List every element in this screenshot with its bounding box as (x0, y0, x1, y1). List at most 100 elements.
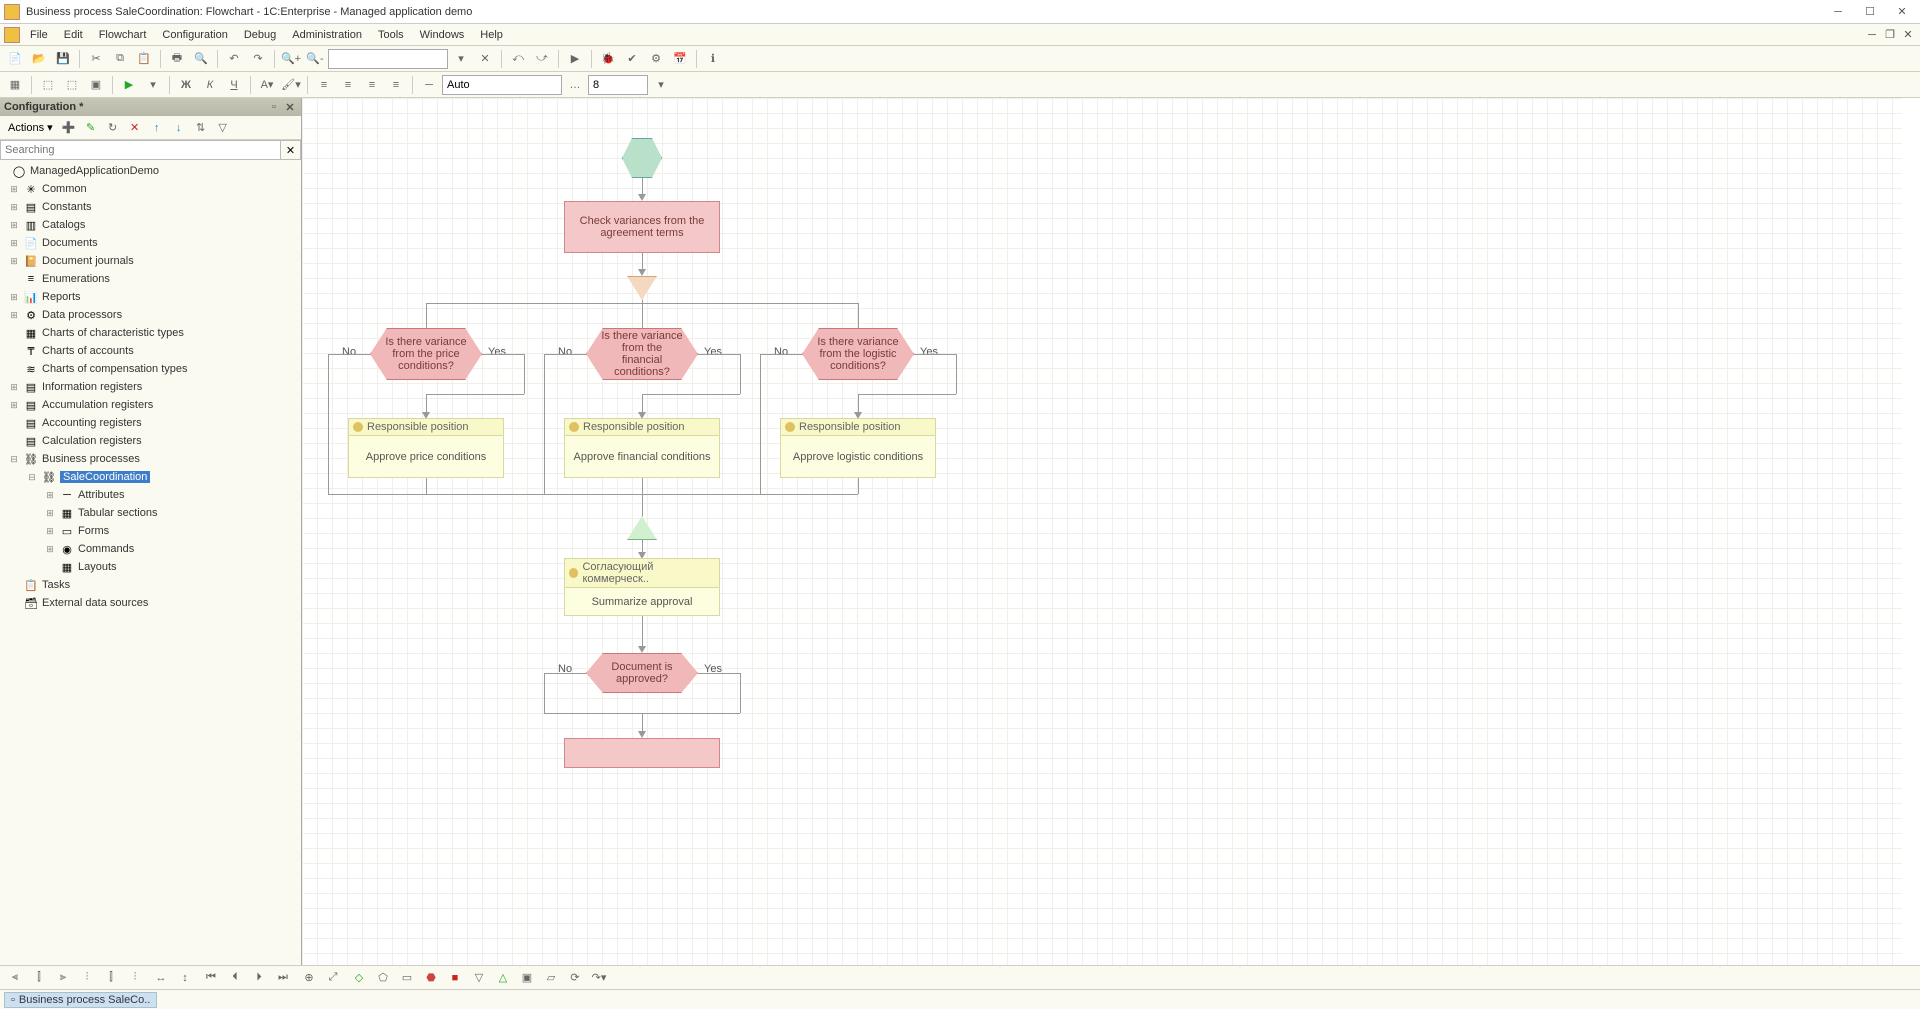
align-top-icon[interactable]: ⫶ (76, 968, 98, 988)
flowchart-task-approve-financial[interactable]: Responsible position Approve financial c… (564, 418, 720, 478)
find-icon[interactable]: 🔍 (190, 48, 212, 70)
flowchart-activity-check-variances[interactable]: Check variances from the agreement terms (564, 201, 720, 253)
align-bottom-icon[interactable]: ⫶ (124, 968, 146, 988)
tree-item-constants[interactable]: ⊞▤Constants (0, 198, 301, 216)
tree-item-documents[interactable]: ⊞📄Documents (0, 234, 301, 252)
maximize-button[interactable]: ☐ (1856, 3, 1884, 21)
menu-tools[interactable]: Tools (370, 27, 412, 43)
paste-icon[interactable]: 📋 (133, 48, 155, 70)
tree-item-document-journals[interactable]: ⊞📔Document journals (0, 252, 301, 270)
skip-back-icon[interactable]: ⏮ (200, 968, 222, 988)
editor-tab[interactable]: ▫ Business process SaleCo.. (4, 992, 157, 1008)
align-middle-icon[interactable]: ⫿ (100, 968, 122, 988)
flowchart-decision-price[interactable]: Is there variance from the price conditi… (370, 328, 482, 380)
search-input[interactable] (328, 49, 448, 69)
menu-debug[interactable]: Debug (236, 27, 284, 43)
flowchart-canvas-wrap[interactable]: Check variances from the agreement terms… (302, 98, 1920, 965)
text-color-icon[interactable]: A▾ (256, 74, 278, 96)
mdi-minimize-icon[interactable]: ─ (1864, 27, 1880, 43)
flowchart-decision-financial[interactable]: Is there variance from the financial con… (586, 328, 698, 380)
split-shape-icon[interactable]: ▽ (468, 968, 490, 988)
tree-item-enumerations[interactable]: ≡Enumerations (0, 270, 301, 288)
flowchart-start[interactable] (622, 138, 662, 178)
end-shape-icon[interactable]: ⬠ (372, 968, 394, 988)
connector-tool-icon[interactable]: ↷▾ (588, 968, 610, 988)
stop-shape-icon[interactable]: ■ (444, 968, 466, 988)
save-icon[interactable]: 💾 (52, 48, 74, 70)
panel-options-icon[interactable]: ▫ (267, 100, 281, 114)
subprocess-shape-icon[interactable]: ▣ (516, 968, 538, 988)
flowchart-decision-approved[interactable]: Document is approved? (586, 653, 698, 693)
print-icon[interactable]: 🖶 (166, 48, 188, 70)
tree-item-tasks[interactable]: 📋Tasks (0, 576, 301, 594)
nav-forward-icon[interactable]: ⤻ (531, 48, 553, 70)
combo-more-icon[interactable]: … (564, 74, 586, 96)
tree-item-accounting-registers[interactable]: ▤Accounting registers (0, 414, 301, 432)
minimize-button[interactable]: ─ (1824, 3, 1852, 21)
syntax-check-icon[interactable]: ✔ (621, 48, 643, 70)
configuration-tree[interactable]: ◯ ManagedApplicationDemo ⊞✳Common ⊞▤Cons… (0, 160, 301, 965)
mdi-close-icon[interactable]: ✕ (1900, 27, 1916, 43)
search-clear-button[interactable]: ✕ (281, 140, 301, 160)
group-icon[interactable]: ⬚ (37, 74, 59, 96)
other-tool-icon[interactable]: ⚙ (645, 48, 667, 70)
tree-item-business-processes[interactable]: ⊟⛓Business processes (0, 450, 301, 468)
tree-item-catalogs[interactable]: ⊞▥Catalogs (0, 216, 301, 234)
menu-edit[interactable]: Edit (56, 27, 91, 43)
new-icon[interactable]: 📄 (4, 48, 26, 70)
start-shape-icon[interactable]: ◇ (348, 968, 370, 988)
align-center-icon[interactable]: ≡ (337, 74, 359, 96)
menu-flowchart[interactable]: Flowchart (91, 27, 155, 43)
align-right-icon[interactable]: ≡ (361, 74, 383, 96)
flowchart-task-summarize[interactable]: Согласующий коммерческ.. Summarize appro… (564, 558, 720, 616)
zoom-fit-icon[interactable]: ⤢ (322, 968, 344, 988)
next-icon[interactable]: ⏵ (248, 968, 270, 988)
underline-icon[interactable]: Ч (223, 74, 245, 96)
move-up-icon[interactable]: ↑ (147, 118, 167, 138)
help-icon[interactable]: ℹ (702, 48, 724, 70)
tree-item-accum-registers[interactable]: ⊞▤Accumulation registers (0, 396, 301, 414)
tree-item-data-processors[interactable]: ⊞⚙Data processors (0, 306, 301, 324)
flowchart-activity-bottom[interactable] (564, 738, 720, 768)
delete-icon[interactable]: ✕ (125, 118, 145, 138)
grid-icon[interactable]: ▦ (4, 74, 26, 96)
zoom-out-icon[interactable]: 🔍- (304, 48, 326, 70)
line-style-icon[interactable]: ─ (418, 74, 440, 96)
app-menu-icon[interactable] (4, 27, 20, 43)
flowchart-merge[interactable] (627, 516, 657, 540)
flowchart-task-approve-price[interactable]: Responsible position Approve price condi… (348, 418, 504, 478)
activity-shape-icon[interactable]: ▭ (396, 968, 418, 988)
expand-icon[interactable]: ⊞ (8, 184, 20, 195)
play-dropdown-icon[interactable]: ▾ (142, 74, 164, 96)
tree-bp-salecoordination[interactable]: ⊟⛓SaleCoordination (0, 468, 301, 486)
fill-color-icon[interactable]: 🖌▾ (280, 74, 302, 96)
configuration-search-input[interactable] (0, 140, 281, 160)
merge-shape-icon[interactable]: △ (492, 968, 514, 988)
font-size-dropdown-icon[interactable]: ▾ (650, 74, 672, 96)
flowchart-decision-logistic[interactable]: Is there variance from the logistic cond… (802, 328, 914, 380)
tree-bp-layouts[interactable]: ▦Layouts (0, 558, 301, 576)
menu-windows[interactable]: Windows (412, 27, 473, 43)
add-icon[interactable]: ➕ (59, 118, 79, 138)
tree-item-external-sources[interactable]: 🗃External data sources (0, 594, 301, 612)
menu-file[interactable]: File (22, 27, 56, 43)
tree-item-info-registers[interactable]: ⊞▤Information registers (0, 378, 301, 396)
cut-icon[interactable]: ✂ (85, 48, 107, 70)
zoom-in-icon[interactable]: 🔍+ (280, 48, 302, 70)
close-button[interactable]: ✕ (1888, 3, 1916, 21)
align-center-h-icon[interactable]: ⫿ (28, 968, 50, 988)
distribute-h-icon[interactable]: ↔ (150, 968, 172, 988)
copy-icon[interactable]: ⧉ (109, 48, 131, 70)
align-left-icon[interactable]: ≡ (313, 74, 335, 96)
nav-back-icon[interactable]: ⤺ (507, 48, 529, 70)
search-dropdown-icon[interactable]: ▾ (450, 48, 472, 70)
ungroup-icon[interactable]: ⬚ (61, 74, 83, 96)
search-clear-icon[interactable]: ✕ (474, 48, 496, 70)
run-icon[interactable]: ▶ (564, 48, 586, 70)
distribute-v-icon[interactable]: ↕ (174, 968, 196, 988)
data-shape-icon[interactable]: ▱ (540, 968, 562, 988)
font-size-combo[interactable]: 8 (588, 75, 648, 95)
menu-administration[interactable]: Administration (284, 27, 370, 43)
bold-icon[interactable]: Ж (175, 74, 197, 96)
line-width-combo[interactable]: Auto (442, 75, 562, 95)
